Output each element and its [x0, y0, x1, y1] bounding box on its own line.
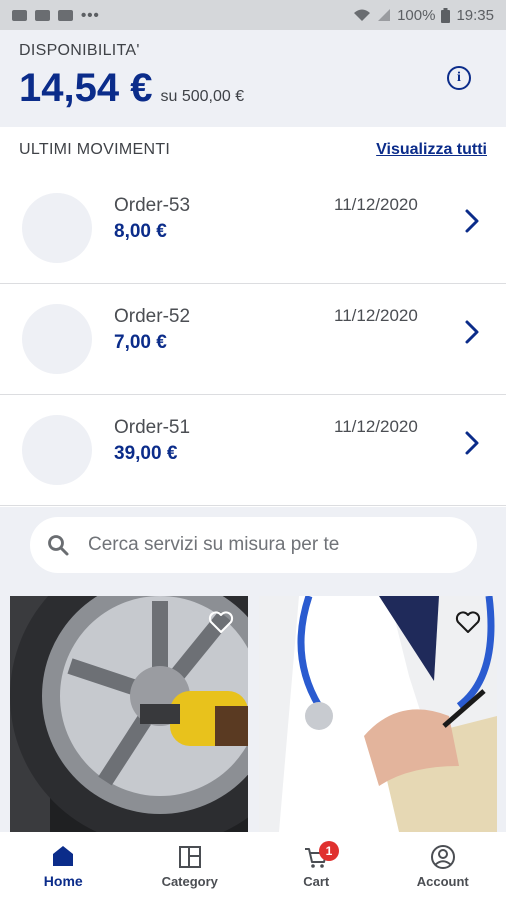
movement-avatar [22, 415, 92, 485]
balance-label: DISPONIBILITA' [19, 42, 140, 59]
battery-icon [441, 7, 451, 23]
movements-title: ULTIMI MOVIMENTI [19, 141, 171, 158]
status-icons-left: ••• [12, 7, 100, 24]
gallery-icon [35, 9, 50, 21]
wifi-icon [354, 9, 371, 21]
category-icon [178, 845, 201, 868]
nav-account[interactable]: Account [380, 832, 506, 900]
balance-row: 14,54 € su 500,00 € [19, 66, 487, 111]
status-icons-right: 100% 19:35 [353, 7, 494, 24]
nav-category-label: Category [161, 873, 218, 889]
battery-percent: 100% [397, 6, 436, 24]
view-all-link[interactable]: Visualizza tutti [376, 141, 487, 159]
balance-header: DISPONIBILITA' 14,54 € su 500,00 € i [0, 30, 506, 127]
movement-amount: 7,00 € [114, 332, 167, 353]
movement-amount: 39,00 € [114, 443, 178, 464]
heart-outline-icon[interactable] [455, 610, 481, 634]
chevron-right-icon[interactable] [460, 317, 484, 347]
info-icon[interactable]: i [447, 66, 471, 90]
movement-item[interactable]: Order-51 39,00 € 11/12/2020 [0, 395, 506, 506]
movement-item[interactable]: Order-53 8,00 € 11/12/2020 [0, 173, 506, 284]
movement-avatar [22, 304, 92, 374]
nav-cart-label: Cart [303, 873, 330, 889]
nav-cart[interactable]: 1 Cart [253, 832, 380, 900]
movements-header: ULTIMI MOVIMENTI Visualizza tutti [0, 127, 506, 173]
clock: 19:35 [456, 6, 494, 24]
movement-name: Order-51 [114, 417, 191, 438]
nav-account-label: Account [416, 873, 469, 889]
search-bar[interactable] [30, 517, 477, 573]
movement-name: Order-52 [114, 306, 191, 327]
account-icon [430, 844, 455, 869]
heart-outline-icon[interactable] [208, 610, 234, 634]
home-icon [53, 846, 74, 866]
bottom-navigation: Home Category 1 Cart Account [0, 832, 506, 900]
more-notifications-icon: ••• [81, 6, 100, 24]
service-card-tires[interactable] [10, 596, 248, 832]
cart-badge: 1 [319, 841, 339, 861]
mail-icon [12, 9, 27, 21]
nav-category[interactable]: Category [127, 832, 254, 900]
movement-avatar [22, 193, 92, 263]
search-icon [48, 535, 69, 556]
youtube-icon [58, 9, 73, 21]
chevron-right-icon[interactable] [460, 428, 484, 458]
movement-name: Order-53 [114, 195, 191, 216]
balance-amount: 14,54 € [19, 66, 153, 110]
movement-date: 11/12/2020 [334, 306, 418, 325]
nav-home-label: Home [43, 873, 83, 889]
status-bar: ••• 100% 19:35 [0, 0, 506, 30]
service-card-medical[interactable] [259, 596, 497, 832]
nav-home[interactable]: Home [0, 832, 127, 900]
movement-item[interactable]: Order-52 7,00 € 11/12/2020 [0, 284, 506, 395]
movements-section: ULTIMI MOVIMENTI Visualizza tutti Order-… [0, 127, 506, 507]
movement-amount: 8,00 € [114, 221, 167, 242]
movement-date: 11/12/2020 [334, 195, 418, 214]
balance-limit: su 500,00 € [160, 88, 245, 105]
signal-icon [378, 9, 391, 21]
search-input[interactable] [88, 534, 448, 556]
chevron-right-icon[interactable] [460, 206, 484, 236]
movement-date: 11/12/2020 [334, 417, 418, 436]
